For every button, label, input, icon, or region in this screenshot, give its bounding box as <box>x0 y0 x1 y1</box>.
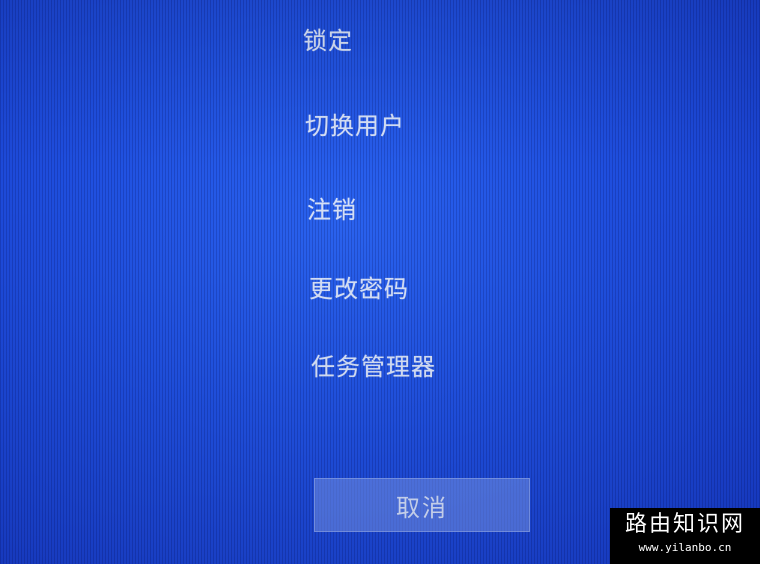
lock-option[interactable]: 锁定 <box>303 26 353 56</box>
cancel-button[interactable]: 取消 <box>314 478 530 532</box>
watermark-title: 路由知识网 <box>624 512 745 537</box>
switch-user-option[interactable]: 切换用户 <box>305 111 405 141</box>
sign-out-option[interactable]: 注销 <box>307 195 357 225</box>
ctrl-alt-del-security-screen: 锁定 切换用户 注销 更改密码 任务管理器 取消 <box>0 0 760 564</box>
site-watermark: 路由知识网 www.yilanbo.cn <box>610 508 760 564</box>
task-manager-option[interactable]: 任务管理器 <box>311 352 436 382</box>
change-password-option[interactable]: 更改密码 <box>309 274 409 304</box>
watermark-url: www.yilanbo.cn <box>638 541 732 554</box>
